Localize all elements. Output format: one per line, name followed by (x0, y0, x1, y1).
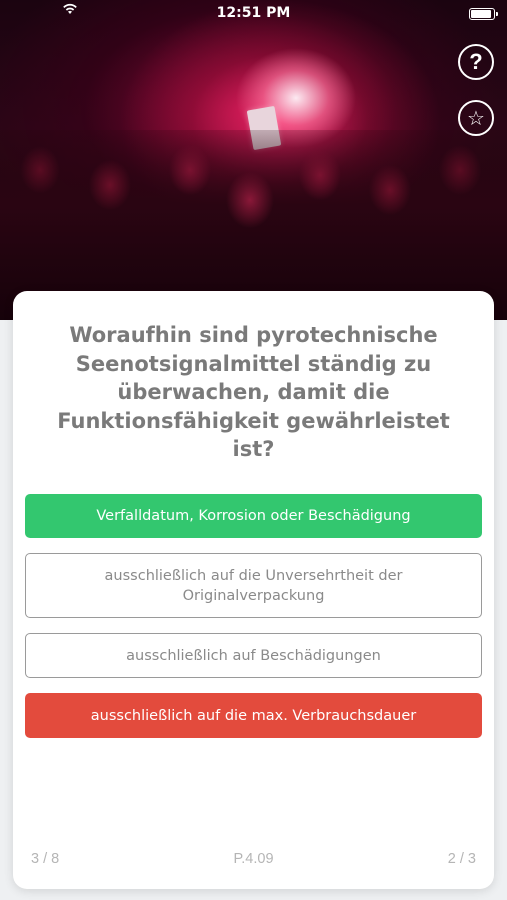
help-glyph: ? (469, 49, 483, 74)
status-time: 12:51 PM (216, 5, 291, 21)
status-bar: 12:51 PM (0, 0, 507, 28)
answer-label: Verfalldatum, Korrosion oder Beschädigun… (96, 508, 411, 524)
answer-label: ausschließlich auf die max. Verbrauchsda… (90, 707, 417, 724)
answer-option-3[interactable]: ausschließlich auf Beschädigungen (25, 633, 482, 678)
answer-counter: 2 / 3 (447, 851, 476, 867)
question-code: P.4.09 (233, 851, 274, 867)
answer-option-1[interactable]: Verfalldatum, Korrosion oder Beschädigun… (25, 494, 482, 538)
answer-label: ausschließlich auf die Unversehrtheit de… (104, 567, 403, 604)
answer-option-2[interactable]: ausschließlich auf die Unversehrtheit de… (25, 553, 482, 618)
help-icon[interactable]: ? (458, 44, 494, 80)
answer-label: ausschließlich auf Beschädigungen (126, 647, 381, 664)
battery-icon (469, 8, 498, 20)
question-card: Woraufhin sind pyrotechnische Seenotsign… (13, 291, 494, 889)
question-text: Woraufhin sind pyrotechnische Seenotsign… (57, 323, 450, 461)
answer-option-4[interactable]: ausschließlich auf die max. Verbrauchsda… (25, 693, 482, 738)
star-icon[interactable]: ☆ (458, 100, 494, 136)
star-glyph: ☆ (467, 106, 485, 130)
hero-image (0, 0, 507, 320)
